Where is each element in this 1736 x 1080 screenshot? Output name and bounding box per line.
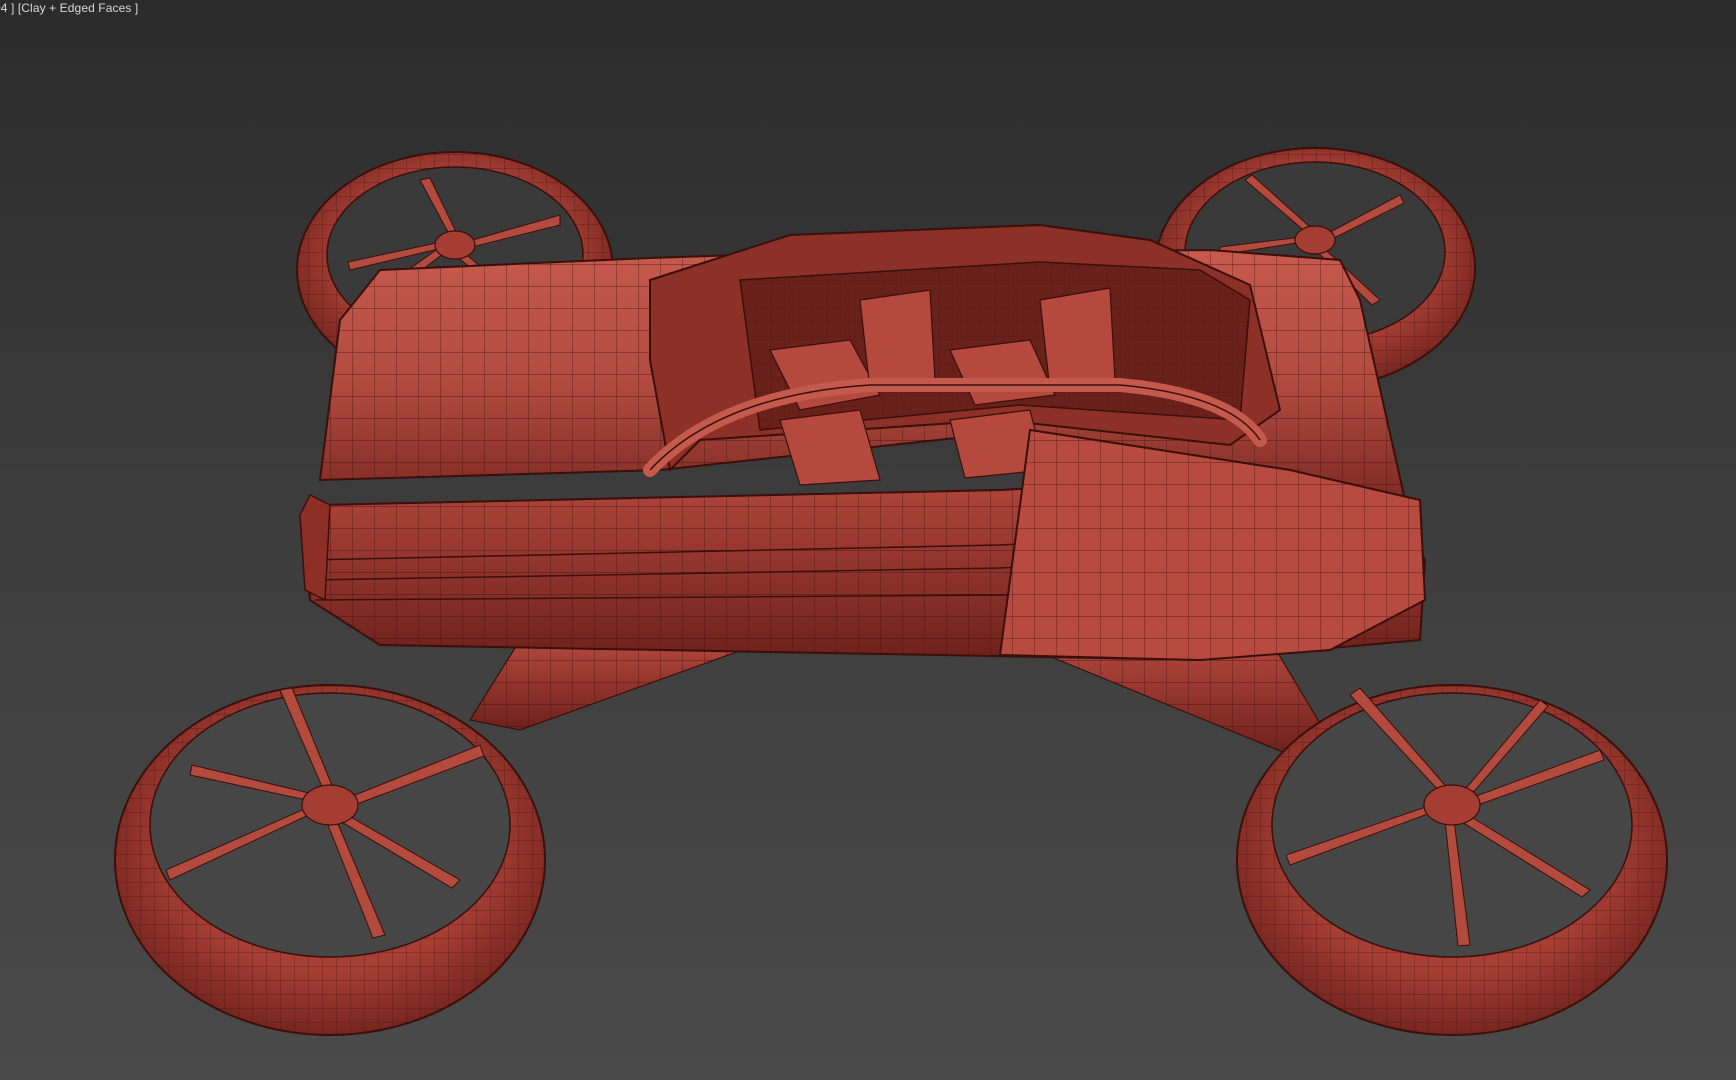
flying-car-model[interactable] [0, 0, 1736, 1080]
fan-bottom-left [114, 684, 546, 1036]
fan-bottom-right [1236, 684, 1668, 1036]
3d-viewport[interactable]: 04 ] [Clay + Edged Faces ] [0, 0, 1736, 1080]
car-body [299, 223, 1427, 662]
